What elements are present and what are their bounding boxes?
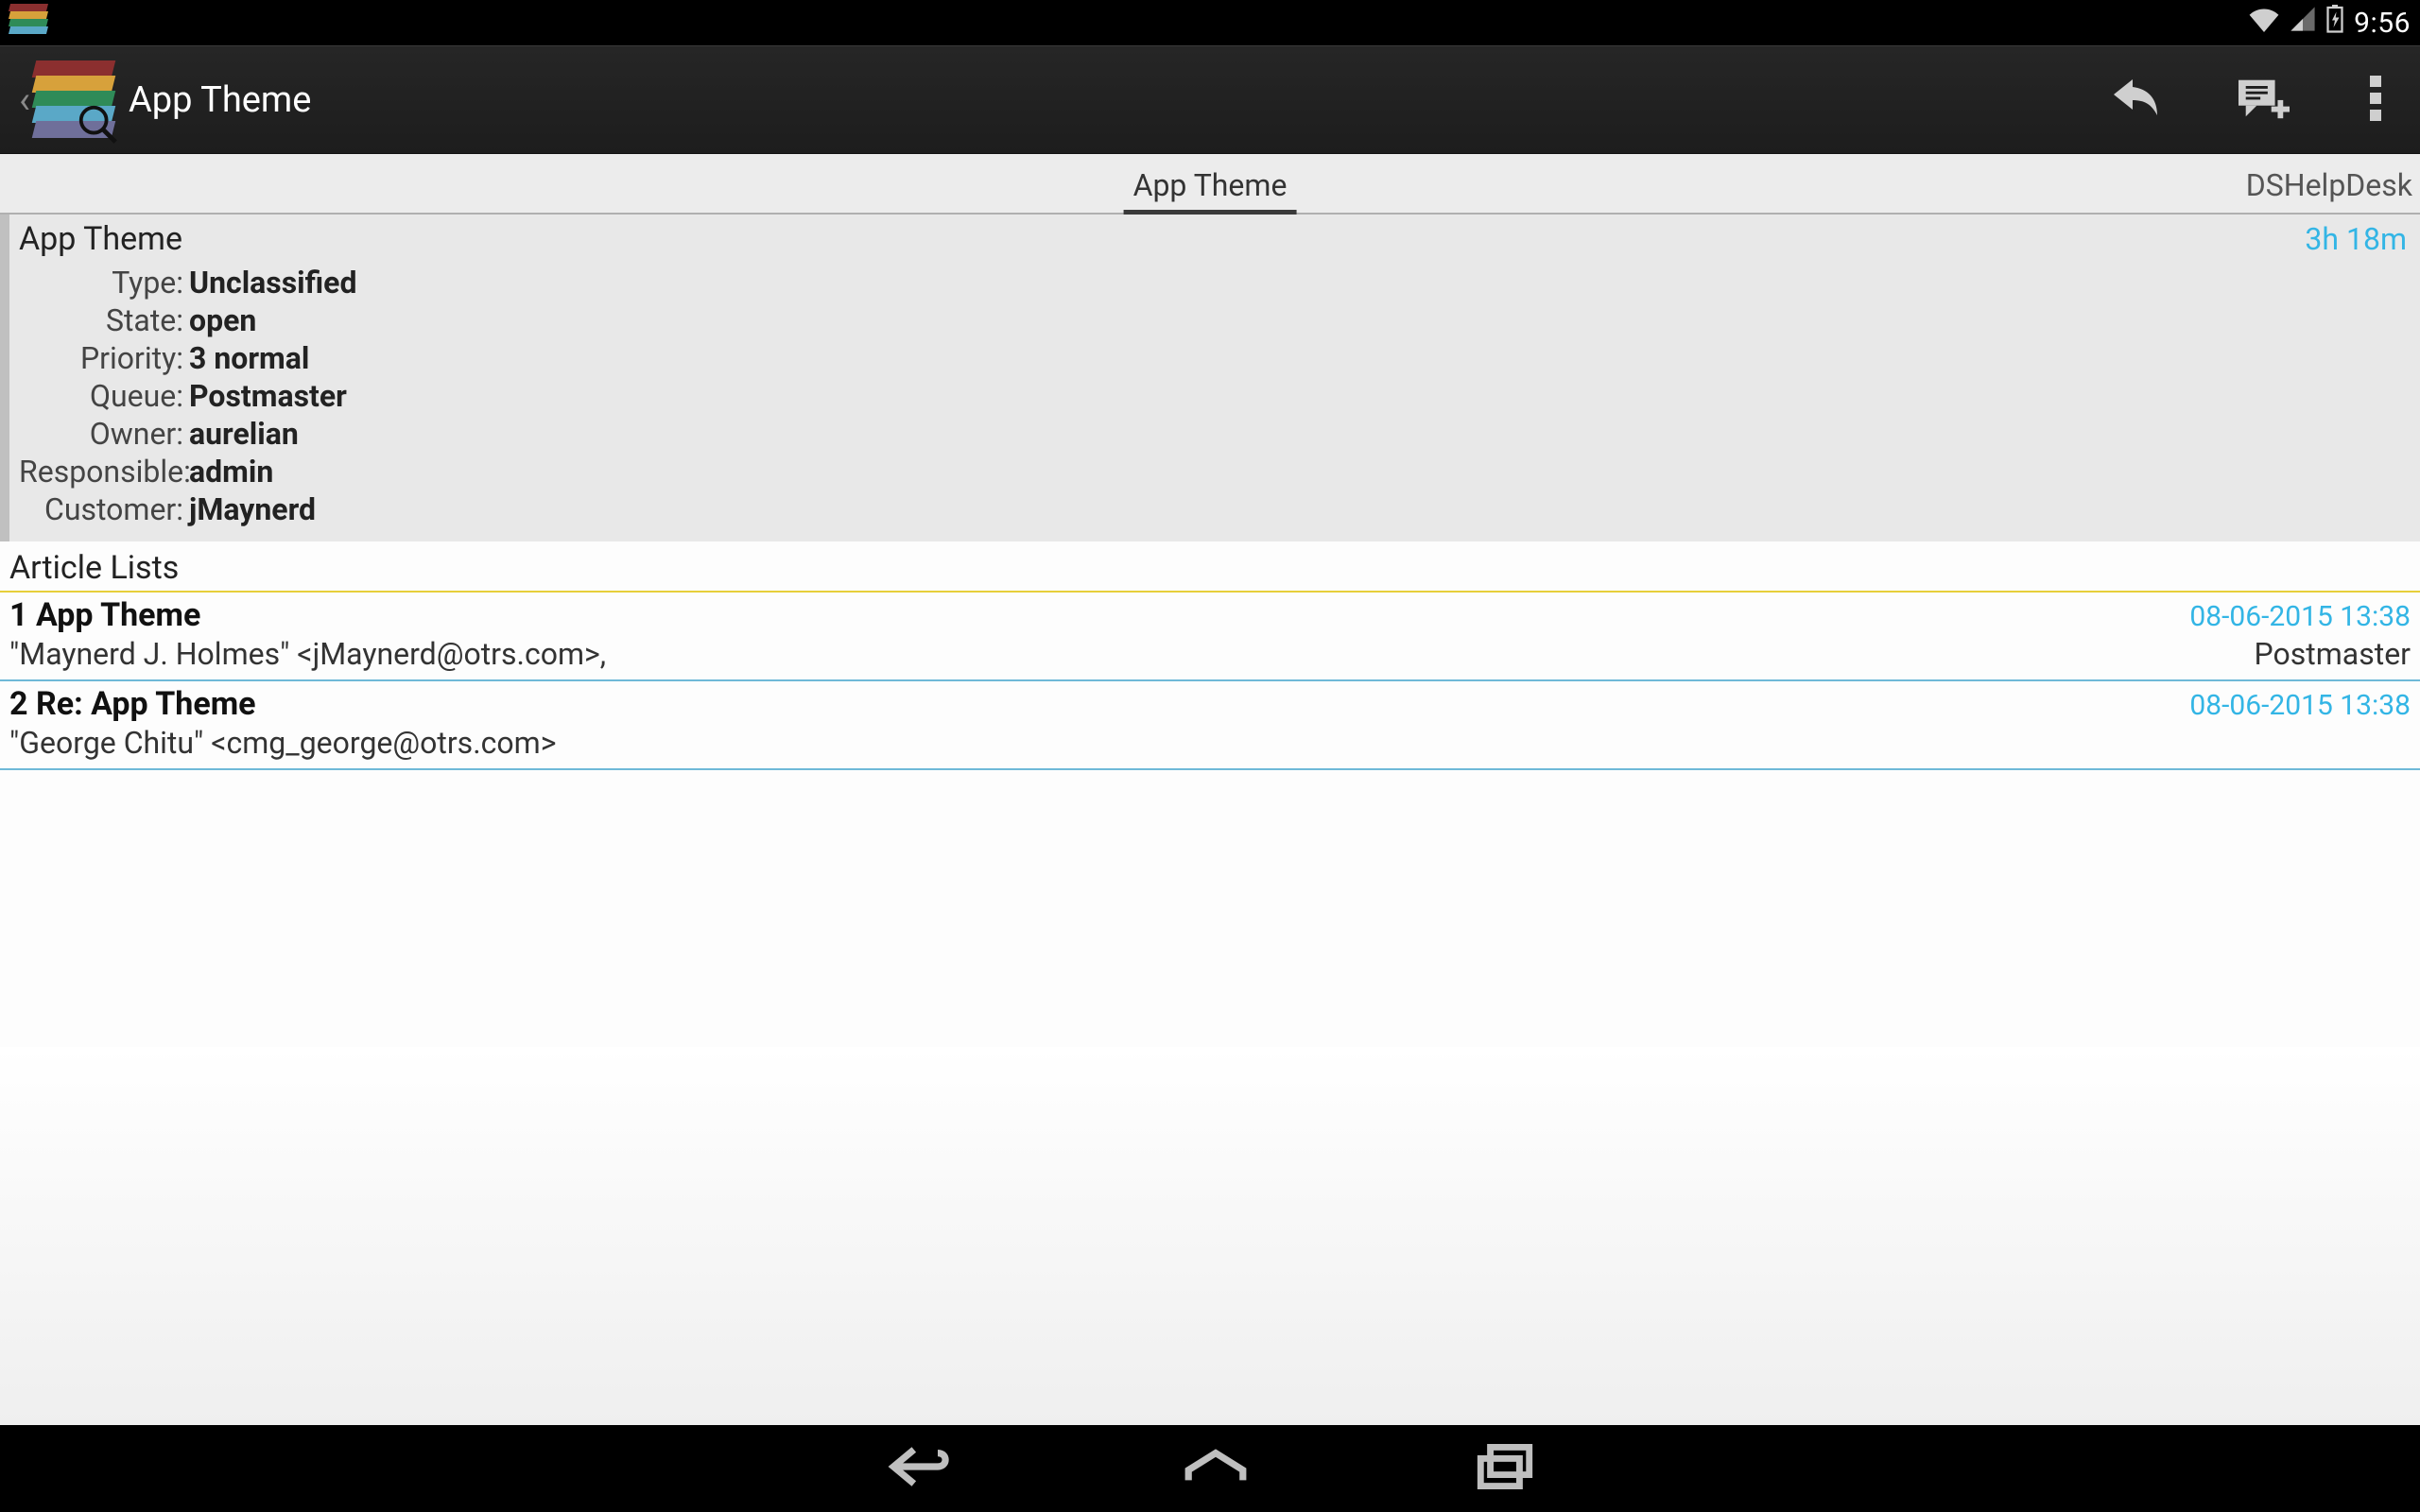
nav-back-icon[interactable] (887, 1442, 955, 1495)
android-nav-bar (0, 1425, 2420, 1512)
prop-value: 3 normal (189, 339, 309, 377)
action-bar-title: App Theme (129, 79, 2114, 121)
app-notification-icon (9, 4, 47, 42)
wifi-icon (2248, 6, 2280, 40)
article-date: 08-06-2015 13:38 (2189, 600, 2411, 633)
android-status-bar: 9:56 (0, 0, 2420, 45)
tab-label: DSHelpDesk (2246, 167, 2412, 203)
status-clock: 9:56 (2354, 7, 2411, 40)
reply-icon[interactable] (2114, 79, 2159, 121)
article-list-header: Article Lists (0, 541, 2420, 593)
article-title: 1 App Theme (9, 596, 200, 634)
tab-label: App Theme (1133, 167, 1288, 203)
prop-key: Owner: (19, 415, 189, 453)
nav-home-icon[interactable] (1182, 1446, 1250, 1491)
article-extra: Postmaster (2255, 636, 2411, 672)
tab-strip: App Theme DSHelpDesk (0, 154, 2420, 215)
ticket-properties: Type:Unclassified State:open Priority:3 … (19, 264, 2407, 528)
article-date: 08-06-2015 13:38 (2189, 689, 2411, 722)
back-caret-icon[interactable]: ‹ (19, 77, 30, 122)
article-row[interactable]: 1 App Theme 08-06-2015 13:38 "Maynerd J.… (0, 593, 2420, 681)
article-from: "George Chitu" <cmg_george@otrs.com> (9, 725, 556, 761)
prop-value: Postmaster (189, 377, 347, 415)
ticket-age: 3h 18m (2305, 221, 2407, 257)
prop-value: open (189, 301, 256, 339)
prop-key: Responsible: (19, 453, 189, 490)
prop-key: Priority: (19, 339, 189, 377)
content-area: App Theme 3h 18m Type:Unclassified State… (0, 215, 2420, 1425)
prop-value: Unclassified (189, 264, 356, 301)
tab-app-theme[interactable]: App Theme (1105, 167, 1316, 213)
overflow-menu-icon[interactable] (2369, 76, 2382, 125)
prop-key: Customer: (19, 490, 189, 528)
ticket-summary[interactable]: App Theme 3h 18m Type:Unclassified State… (0, 215, 2420, 541)
prop-key: Queue: (19, 377, 189, 415)
prop-value: aurelian (189, 415, 299, 453)
article-row[interactable]: 2 Re: App Theme 08-06-2015 13:38 "George… (0, 681, 2420, 770)
action-bar: ‹ App Theme (0, 45, 2420, 154)
prop-value: jMaynerd (189, 490, 316, 528)
prop-value: admin (189, 453, 273, 490)
app-icon[interactable] (34, 60, 113, 140)
battery-charging-icon (2325, 5, 2344, 41)
article-title: 2 Re: App Theme (9, 685, 256, 723)
search-overlay-icon (76, 102, 119, 146)
article-from: "Maynerd J. Holmes" <jMaynerd@otrs.com>, (9, 636, 606, 672)
prop-key: Type: (19, 264, 189, 301)
nav-recents-icon[interactable] (1477, 1444, 1533, 1493)
new-message-icon[interactable] (2238, 76, 2290, 125)
cell-signal-icon (2290, 6, 2316, 40)
tab-dshelpdesk[interactable]: DSHelpDesk (2218, 167, 2420, 213)
prop-key: State: (19, 301, 189, 339)
ticket-title: App Theme (19, 220, 182, 258)
